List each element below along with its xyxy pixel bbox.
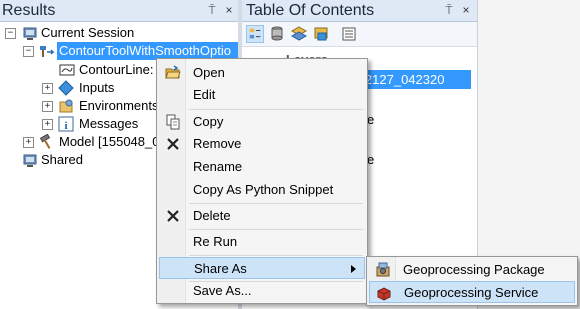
tree-label: Inputs — [79, 80, 115, 95]
menu-item-share-as[interactable]: Share As — [159, 257, 365, 279]
list-by-visibility-icon[interactable] — [290, 25, 308, 43]
remove-x-icon — [167, 138, 179, 150]
menu-item-remove[interactable]: Remove — [159, 133, 365, 155]
open-folder-icon — [165, 65, 181, 79]
menu-item-save-as[interactable]: Save As... — [159, 280, 365, 302]
copy-icon — [166, 114, 180, 130]
environments-icon — [59, 99, 73, 113]
menu-item-edit[interactable]: Edit — [159, 84, 365, 106]
menu-item-rename[interactable]: Rename — [159, 156, 365, 178]
menu-separator — [189, 255, 363, 256]
results-title: Results — [2, 2, 56, 19]
menu-separator — [189, 229, 363, 230]
expand-icon[interactable]: + — [42, 83, 53, 94]
share-as-submenu: Geoprocessing Package Geoprocessing Serv… — [366, 256, 578, 306]
results-header: Results ⍑ × — [0, 0, 238, 22]
line-layer-icon — [59, 64, 75, 76]
tree-label: Messages — [79, 116, 139, 131]
menu-item-copy-python-snippet[interactable]: Copy As Python Snippet — [159, 179, 365, 201]
shared-icon — [23, 154, 37, 167]
list-by-drawing-order-icon[interactable] — [246, 25, 264, 43]
menu-item-geoprocessing-package[interactable]: Geoprocessing Package — [369, 259, 575, 281]
menu-separator — [189, 203, 363, 204]
tree-label: Shared — [41, 152, 83, 167]
tree-label: Current Session — [41, 25, 135, 40]
pin-icon[interactable]: ⍑ — [205, 2, 219, 18]
menu-item-label: Copy As Python Snippet — [193, 182, 334, 197]
tree-label: Environments — [79, 98, 159, 113]
toc-header: Table Of Contents ⍑ × — [242, 0, 477, 22]
session-icon — [23, 27, 37, 40]
close-icon[interactable]: × — [222, 2, 236, 18]
menu-item-label: Open — [193, 65, 225, 80]
delete-x-icon — [167, 210, 179, 222]
info-icon: i — [58, 116, 74, 132]
context-menu: Open Edit Copy Remove Rename Copy As Pyt… — [156, 58, 368, 304]
collapse-icon[interactable]: − — [5, 28, 16, 39]
toc-row-fragment[interactable]: e — [367, 152, 374, 167]
menu-item-open[interactable]: Open — [159, 62, 365, 84]
menu-item-label: Rename — [193, 159, 243, 174]
menu-item-label: Re Run — [193, 234, 238, 249]
submenu-arrow-icon — [351, 265, 356, 273]
expand-icon[interactable]: + — [42, 101, 53, 112]
options-icon[interactable] — [340, 25, 358, 43]
package-icon — [376, 262, 390, 277]
service-icon — [377, 287, 391, 301]
menu-item-label: Edit — [193, 87, 216, 102]
list-by-selection-icon[interactable] — [312, 25, 330, 43]
tree-label: ContourLine: — [79, 62, 154, 77]
menu-item-label: Delete — [193, 208, 231, 223]
pin-icon[interactable]: ⍑ — [442, 2, 456, 18]
tool-hammer-icon — [40, 46, 55, 57]
toc-row-fragment[interactable]: e — [367, 112, 374, 127]
inputs-diamond-icon — [58, 80, 74, 96]
menu-item-delete[interactable]: Delete — [159, 205, 365, 227]
menu-item-label: Remove — [193, 136, 242, 151]
tree-current-session[interactable]: − Current Session — [0, 24, 238, 42]
svg-text:i: i — [64, 120, 67, 132]
tree-label: Model [155048_0 — [59, 134, 160, 149]
close-icon[interactable]: × — [459, 2, 473, 18]
toc-title: Table Of Contents — [246, 2, 375, 19]
menu-item-label: Save As... — [193, 283, 252, 298]
menu-item-geoprocessing-service[interactable]: Geoprocessing Service — [369, 281, 575, 303]
menu-item-rerun[interactable]: Re Run — [159, 231, 365, 253]
menu-item-label: Geoprocessing Service — [404, 285, 539, 300]
menu-item-copy[interactable]: Copy — [159, 111, 365, 133]
menu-item-label: Share As — [194, 261, 247, 276]
menu-separator — [189, 109, 363, 110]
expand-icon[interactable]: + — [42, 119, 53, 130]
menu-item-label: Geoprocessing Package — [403, 262, 545, 277]
list-by-source-icon[interactable] — [268, 25, 286, 43]
toc-toolbar — [242, 22, 477, 47]
collapse-icon[interactable]: − — [23, 46, 34, 57]
hammer-icon — [39, 134, 51, 149]
expand-icon[interactable]: + — [23, 137, 34, 148]
menu-item-label: Copy — [193, 114, 224, 129]
